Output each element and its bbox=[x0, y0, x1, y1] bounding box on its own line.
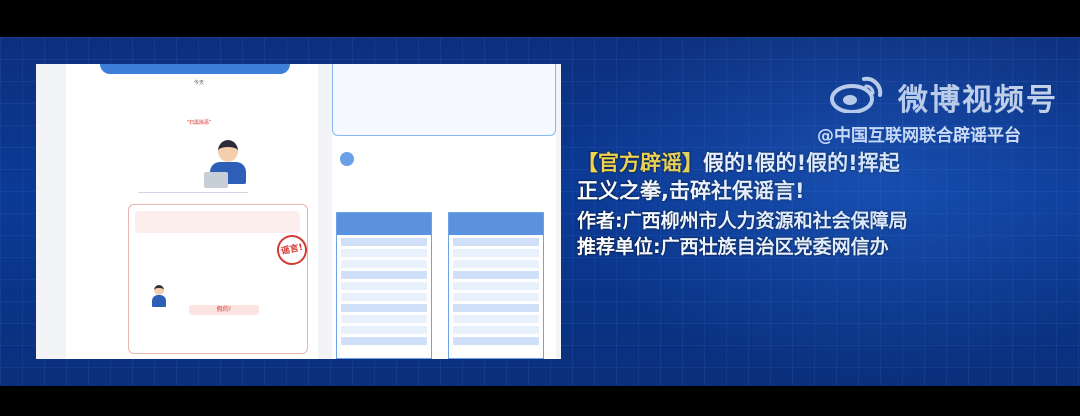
divider bbox=[138, 192, 248, 193]
bottom-question bbox=[126, 346, 316, 352]
intro-highlight: "扫黑除恶" bbox=[186, 120, 212, 126]
intro-line bbox=[124, 88, 274, 98]
office-worker-illustration bbox=[204, 132, 254, 192]
post-text bbox=[358, 161, 538, 167]
notice-card bbox=[332, 64, 556, 136]
account-name bbox=[358, 152, 360, 158]
headline-line-2: 正义之拳,击碎社保谣言! bbox=[577, 179, 805, 203]
avatar-illustration bbox=[151, 285, 167, 307]
headline-line-1: 【官方辟谣】假的!假的!假的!挥起 bbox=[577, 149, 937, 177]
fake-label: 假的! bbox=[189, 305, 259, 315]
rumor-tip-card: 谣言! 假的! bbox=[128, 204, 310, 354]
intro-line: 今天 bbox=[193, 80, 204, 86]
video-headline: 【官方辟谣】假的!假的!假的!挥起 正义之拳,击碎社保谣言! bbox=[577, 149, 937, 205]
rumor-quote-box bbox=[135, 211, 300, 233]
video-stage: 今天 "扫黑除恶" 谣言! 假的! 微博视频号 @中国互联网联合辟谣平台 【官方… bbox=[0, 37, 1080, 386]
rebuttal-paragraph bbox=[135, 327, 303, 335]
author-line: 作者:广西柳州市人力资源和社会保障局 bbox=[577, 210, 908, 232]
video-frame: 今天 "扫黑除恶" 谣言! 假的! 微博视频号 @中国互联网联合辟谣平台 【官方… bbox=[0, 0, 1080, 416]
watermark-handle: @中国互联网联合辟谣平台 bbox=[817, 126, 1021, 146]
intro-line bbox=[124, 108, 274, 118]
info-table-right bbox=[448, 212, 544, 359]
watermark-brand: 微博视频号 bbox=[898, 83, 1058, 118]
screenshot-intro-text: 今天 "扫黑除恶" bbox=[124, 78, 274, 128]
recommender-line: 推荐单位:广西壮族自治区党委网信办 bbox=[577, 236, 889, 258]
screenshot-banner bbox=[100, 64, 290, 74]
rumor-stamp: 谣言! bbox=[274, 232, 310, 268]
intro-line bbox=[124, 98, 274, 108]
post-meta bbox=[340, 190, 520, 198]
headline-tag: 【官方辟谣】 bbox=[577, 151, 703, 175]
info-table-left bbox=[336, 212, 432, 359]
article-screenshot: 今天 "扫黑除恶" 谣言! 假的! bbox=[36, 64, 561, 359]
account-avatar bbox=[340, 152, 354, 166]
weibo-logo-icon bbox=[830, 76, 883, 113]
headline-line-1-rest: 假的!假的!假的!挥起 bbox=[703, 151, 900, 175]
screenshot-left-column: 今天 "扫黑除恶" 谣言! 假的! bbox=[66, 64, 318, 359]
screenshot-right-column bbox=[332, 64, 556, 359]
